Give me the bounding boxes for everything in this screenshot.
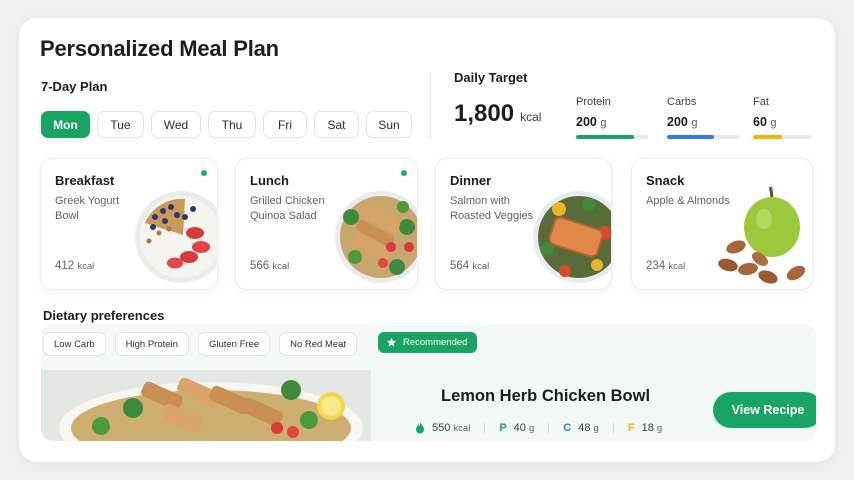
meal-title: Dinner [450, 173, 492, 188]
macro-fat: Fat 60 g [753, 96, 811, 139]
day-tab-thu[interactable]: Thu [208, 111, 256, 138]
flame-icon [416, 422, 424, 434]
macro-value: 200 g [576, 115, 607, 129]
dietary-preferences-label: Dietary preferences [43, 308, 165, 323]
macro-progress-fill [753, 135, 782, 139]
carbs-stat: C 48 g [563, 422, 599, 434]
fat-letter: F [627, 422, 635, 434]
meal-card-snack[interactable]: Snack Apple & Almonds 234 kcal [631, 158, 813, 290]
recommended-badge: Recommended [378, 332, 478, 353]
status-dot [401, 170, 407, 176]
macro-progress-bar [753, 135, 811, 139]
meal-plan-card: Personalized Meal Plan 7-Day Plan Mon Tu… [19, 18, 835, 462]
day-selector: Mon Tue Wed Thu Fri Sat Sun [41, 111, 412, 138]
meal-card-dinner[interactable]: Dinner Salmon with Roasted Veggies 564 k… [435, 158, 612, 290]
macro-value: 60 g [753, 115, 777, 129]
chip-low-carb[interactable]: Low Carb [43, 332, 106, 356]
meal-title: Breakfast [55, 173, 115, 188]
day-tab-fri[interactable]: Fri [263, 111, 307, 138]
meal-kcal: 234 kcal [646, 260, 686, 272]
macro-name: Carbs [667, 96, 697, 108]
section-divider [430, 72, 431, 140]
carbs-letter: C [563, 422, 572, 434]
macro-protein: Protein 200 g [576, 96, 648, 139]
status-dot [201, 170, 207, 176]
day-tab-mon[interactable]: Mon [41, 111, 90, 138]
star-icon [387, 337, 396, 347]
meal-card-breakfast[interactable]: Breakfast Greek Yogurt Bowl 412 kcal [40, 158, 218, 290]
daily-target-unit: kcal [520, 110, 542, 124]
meal-kcal: 566 kcal [250, 260, 290, 272]
day-tab-wed[interactable]: Wed [151, 111, 201, 138]
chip-no-red-meat[interactable]: No Red Meat [279, 332, 358, 356]
plan-label: 7-Day Plan [41, 79, 108, 94]
chip-gluten-free[interactable]: Gluten Free [197, 332, 271, 356]
recommended-title: Lemon Herb Chicken Bowl [441, 387, 651, 405]
macro-progress-fill [667, 135, 714, 139]
salmon-veggies-image [533, 191, 611, 283]
macro-progress-bar [576, 135, 648, 139]
meal-kcal: 412 kcal [55, 260, 95, 272]
macro-progress-fill [576, 135, 634, 139]
protein-letter: P [499, 422, 507, 434]
apple-almonds-image [718, 187, 806, 284]
daily-target-number: 1,800 [454, 100, 515, 127]
meal-kcal: 564 kcal [450, 260, 490, 272]
daily-target-label: Daily Target [454, 70, 528, 85]
stat-separator [612, 423, 614, 433]
fat-stat: F 18 g [627, 422, 663, 434]
recommended-image [41, 370, 371, 441]
macro-carbs: Carbs 200 g [667, 96, 739, 139]
chicken-bowl-image [41, 370, 371, 441]
macro-name: Fat [753, 96, 769, 108]
recommended-stats: 550 kcal P 40 g C 48 g F 18 g [415, 422, 662, 434]
day-tab-sun[interactable]: Sun [366, 111, 412, 138]
macro-progress-bar [667, 135, 739, 139]
meal-title: Lunch [250, 173, 289, 188]
kcal-stat: 550 kcal [415, 422, 470, 434]
meal-title: Snack [646, 173, 685, 188]
dietary-chips: Low Carb High Protein Gluten Free No Red… [43, 332, 358, 356]
chicken-quinoa-salad-image [335, 191, 417, 283]
view-recipe-button[interactable]: View Recipe [713, 392, 816, 428]
daily-target-value: 1,800 kcal [454, 100, 541, 128]
macro-name: Protein [576, 96, 611, 108]
meal-card-lunch[interactable]: Lunch Grilled Chicken Quinoa Salad 566 k… [235, 158, 418, 290]
protein-stat: P 40 g [499, 422, 535, 434]
day-tab-tue[interactable]: Tue [97, 111, 144, 138]
recommended-badge-label: Recommended [403, 337, 468, 348]
day-tab-sat[interactable]: Sat [314, 111, 359, 138]
chip-high-protein[interactable]: High Protein [114, 332, 189, 356]
stat-separator [548, 423, 550, 433]
stat-separator [484, 423, 486, 433]
yogurt-bowl-image [135, 191, 217, 283]
page-title: Personalized Meal Plan [40, 36, 279, 61]
macro-value: 200 g [667, 115, 698, 129]
